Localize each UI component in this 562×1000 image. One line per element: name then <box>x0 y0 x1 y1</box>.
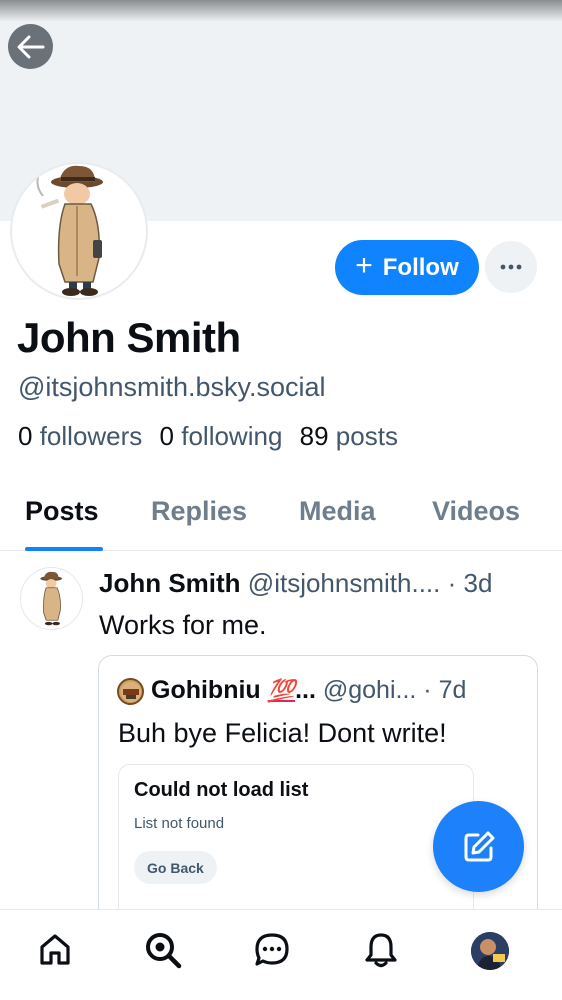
detective-avatar-image <box>36 165 103 296</box>
tab-media[interactable]: Media <box>299 496 376 527</box>
profile-handle: @itsjohnsmith.bsky.social <box>18 372 326 402</box>
go-back-button[interactable]: Go Back <box>134 851 217 884</box>
tab-replies[interactable]: Replies <box>151 496 247 527</box>
plus-icon: + <box>355 249 373 282</box>
search-icon <box>146 933 182 969</box>
chat-icon <box>255 933 289 966</box>
ellipsis-icon <box>500 264 522 270</box>
posts-label: posts <box>335 421 398 451</box>
post-separator: · <box>447 568 457 598</box>
quote-author-name: Gohibniu <box>151 676 261 704</box>
posts-stat: 89 posts <box>300 421 398 451</box>
quote-header: Gohibniu 💯... @gohi... · 7d <box>151 676 466 705</box>
arrow-left-icon <box>17 35 44 58</box>
quote-author-handle: @gohi... <box>322 676 417 704</box>
compose-button[interactable] <box>433 801 524 892</box>
tab-posts[interactable]: Posts <box>25 496 99 527</box>
post-author-name[interactable]: John Smith <box>99 568 241 598</box>
quote-text: Buh bye Felicia! Dont write! <box>118 718 447 748</box>
profile-avatar[interactable] <box>10 162 148 300</box>
more-options-button[interactable] <box>485 241 537 293</box>
post-text: Works for me. <box>99 610 267 640</box>
list-embed-card: Could not load list List not found Go Ba… <box>118 764 474 911</box>
follow-label: Follow <box>382 253 459 281</box>
embed-subtitle: List not found <box>134 815 225 832</box>
quote-age: 7d <box>438 676 467 704</box>
status-bar-shade <box>0 0 562 22</box>
nav-chat[interactable] <box>252 930 292 970</box>
followers-label: followers <box>39 421 143 451</box>
embed-title: Could not load list <box>134 779 309 801</box>
followers-count: 0 <box>18 421 33 451</box>
profile-avatar-image <box>471 932 509 970</box>
following-count: 0 <box>159 421 174 451</box>
back-button[interactable] <box>8 24 53 69</box>
nav-profile-avatar[interactable] <box>471 932 509 970</box>
following-label: following <box>181 421 283 451</box>
display-name: John Smith <box>17 314 241 361</box>
detective-avatar-image <box>39 571 62 625</box>
post-age: 3d <box>463 568 493 598</box>
nav-notifications[interactable] <box>361 930 401 970</box>
post-header: John Smith @itsjohnsmith.... · 3d <box>99 568 492 599</box>
hundred-emoji: 💯 <box>267 678 296 703</box>
profile-stats: 0 followers 0 following 89 posts <box>18 421 408 452</box>
bell-icon <box>365 933 397 968</box>
quote-separator: · <box>423 676 432 704</box>
tab-videos[interactable]: Videos <box>432 496 520 527</box>
post-author-avatar[interactable] <box>20 567 83 630</box>
quote-name-ellipsis: ... <box>295 676 316 704</box>
profile-tabs: Posts Replies Media Videos <box>0 476 562 551</box>
quote-author-avatar <box>117 678 144 705</box>
follow-button[interactable]: + Follow <box>335 240 479 295</box>
following-stat[interactable]: 0 following <box>160 421 283 451</box>
bottom-navigation <box>0 909 562 1000</box>
home-icon <box>40 934 70 965</box>
followers-stat[interactable]: 0 followers <box>18 421 142 451</box>
nav-search[interactable] <box>143 930 183 970</box>
post-author-handle[interactable]: @itsjohnsmith.... <box>248 568 441 598</box>
compose-icon <box>464 831 494 861</box>
nav-home[interactable] <box>35 930 75 970</box>
posts-count: 89 <box>299 421 329 451</box>
gang-badge-icon <box>120 681 141 702</box>
